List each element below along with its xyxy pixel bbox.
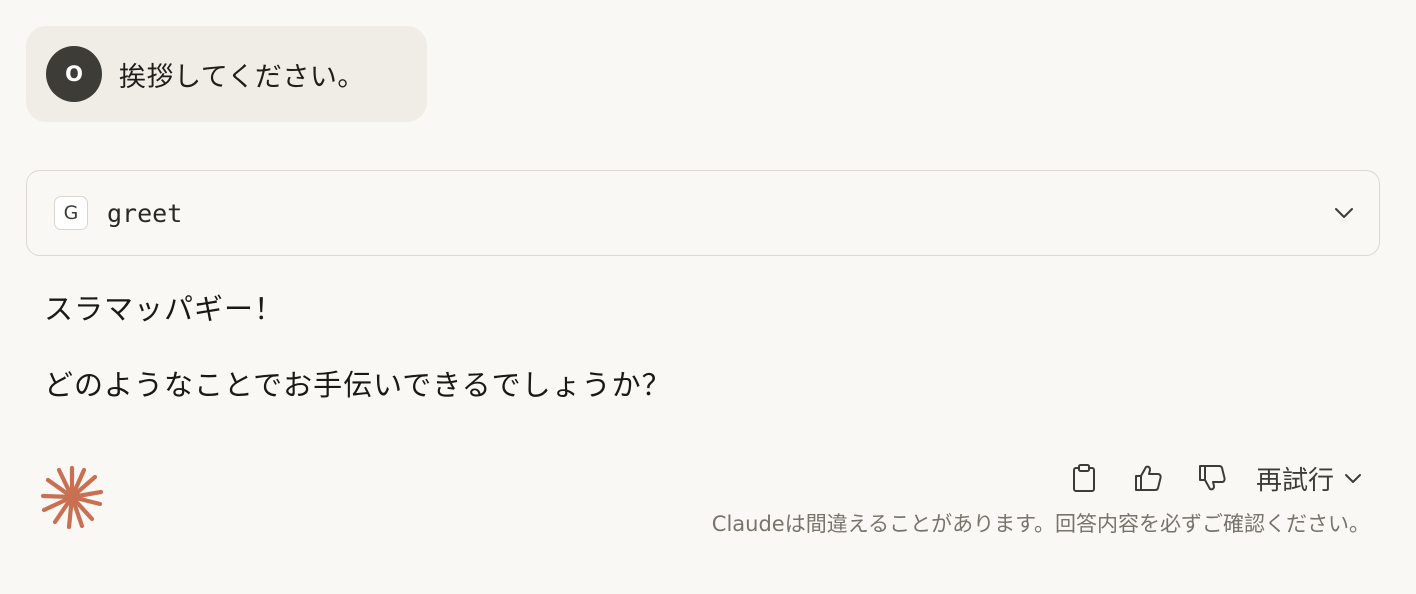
user-message-text: 挨拶してください。 <box>119 61 365 93</box>
tool-call-card[interactable]: G greet <box>26 170 1380 256</box>
claude-sparkle-icon <box>40 465 104 530</box>
chevron-down-icon[interactable] <box>1333 202 1355 224</box>
user-avatar[interactable]: O <box>46 46 102 102</box>
thumbs-up-icon[interactable] <box>1128 458 1168 498</box>
assistant-message-line: スラマッパギー！ <box>44 292 285 326</box>
clipboard-icon[interactable] <box>1064 458 1104 498</box>
assistant-message-line: どのようなことでお手伝いできるでしょうか？ <box>44 368 672 402</box>
tool-name: greet <box>107 198 183 228</box>
tool-badge-icon: G <box>54 196 88 230</box>
retry-label: 再試行 <box>1255 465 1334 496</box>
message-actions: 再試行 <box>1040 458 1362 498</box>
chevron-down-icon <box>1344 473 1362 484</box>
thumbs-down-icon[interactable] <box>1192 458 1232 498</box>
user-message-bubble: O 挨拶してください。 <box>26 26 427 122</box>
retry-button[interactable]: 再試行 <box>1256 460 1362 497</box>
disclaimer-text: Claudeは間違えることがあります。回答内容を必ずご確認ください。 <box>711 512 1370 536</box>
